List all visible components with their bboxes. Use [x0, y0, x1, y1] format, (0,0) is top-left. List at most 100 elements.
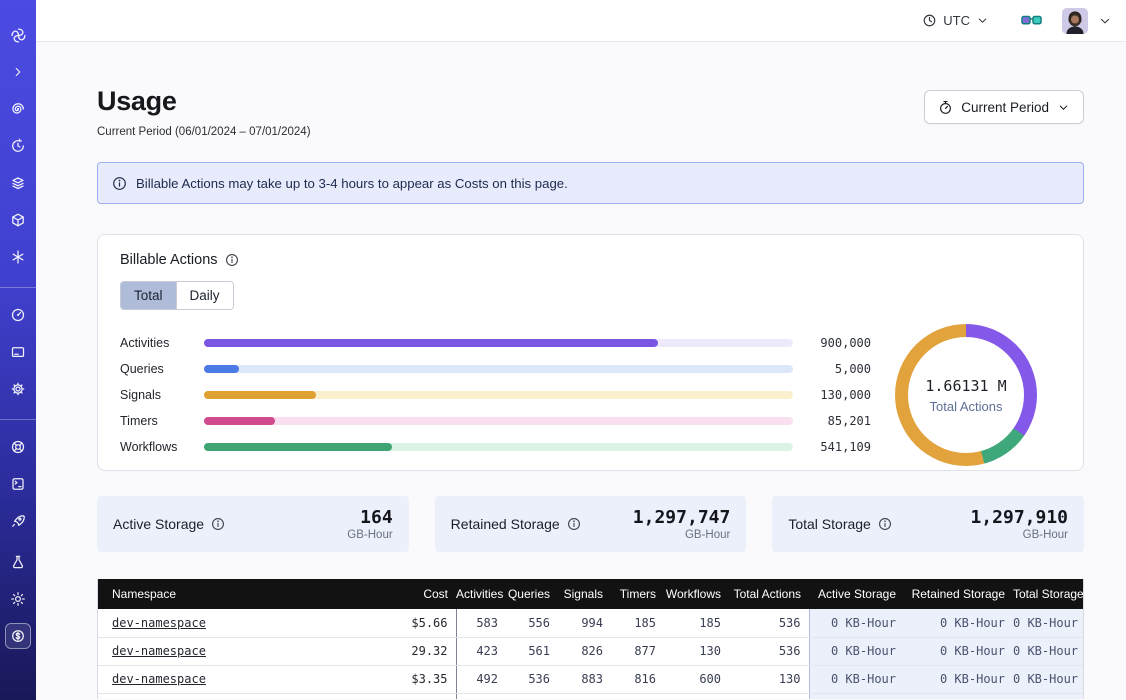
billable-actions-card: Billable Actions Total Daily Activities … — [97, 234, 1084, 471]
chevron-down-icon — [976, 14, 989, 27]
table-row-partial — [98, 693, 1083, 699]
deployments-layers-icon[interactable] — [5, 170, 31, 196]
table-header-row: Namespace Cost Activities Queries Signal… — [98, 579, 1083, 609]
pricing-dollar-icon[interactable] — [5, 623, 31, 649]
col-queries: Queries — [506, 579, 558, 609]
bar-label: Timers — [120, 414, 184, 428]
main-content: Usage Current Period (06/01/2024 – 07/01… — [36, 42, 1126, 700]
bar-track — [204, 391, 793, 399]
bar-row-timers: Timers 85,201 — [120, 408, 871, 434]
bar-value: 85,201 — [807, 414, 871, 428]
table-row: dev-namespace $3.35 492 536 883 816 600 … — [98, 665, 1083, 693]
tab-daily[interactable]: Daily — [176, 282, 233, 309]
donut-total-value: 1.66131 M — [925, 377, 1006, 395]
info-icon[interactable] — [211, 517, 225, 531]
clock-icon — [922, 13, 937, 28]
active-storage-unit: GB-Hour — [347, 529, 392, 541]
nexus-asterisk-icon[interactable] — [5, 244, 31, 270]
page-subtitle: Current Period (06/01/2024 – 07/01/2024) — [97, 126, 311, 138]
total-storage-label: Total Storage — [788, 516, 871, 532]
sidebar-divider — [0, 419, 36, 420]
info-icon[interactable] — [878, 517, 892, 531]
bar-fill — [204, 391, 316, 399]
cell-signals: 826 — [558, 637, 611, 665]
timezone-picker[interactable]: UTC — [922, 13, 989, 28]
cell-signals: 994 — [558, 609, 611, 637]
feedback-glasses-button[interactable] — [1021, 13, 1042, 28]
namespace-usage-table: Namespace Cost Activities Queries Signal… — [97, 579, 1084, 699]
cell-active-storage: 0 KB-Hour — [809, 637, 904, 665]
bar-value: 5,000 — [807, 362, 871, 376]
cell-total-storage: 0 KB-Hour — [1013, 637, 1083, 665]
chevron-down-icon — [1057, 101, 1070, 114]
info-banner: Billable Actions may take up to 3-4 hour… — [97, 162, 1084, 204]
col-active-storage: Active Storage — [809, 579, 904, 609]
labs-flask-icon[interactable] — [5, 549, 31, 575]
billable-actions-title: Billable Actions — [120, 252, 218, 268]
sidebar-divider — [0, 287, 36, 288]
cell-workflows: 130 — [664, 637, 729, 665]
theme-sun-icon[interactable] — [5, 586, 31, 612]
table-row: dev-namespace 29.32 423 561 826 877 130 … — [98, 637, 1083, 665]
timezone-label: UTC — [943, 13, 970, 28]
cell-workflows: 600 — [664, 665, 729, 693]
namespace-link[interactable]: dev-namespace — [112, 672, 206, 686]
workers-cube-icon[interactable] — [5, 207, 31, 233]
banner-text: Billable Actions may take up to 3-4 hour… — [136, 176, 568, 191]
total-storage-unit: GB-Hour — [970, 529, 1068, 541]
bar-fill — [204, 339, 658, 347]
usage-gauge-icon[interactable] — [5, 302, 31, 328]
bar-row-queries: Queries 5,000 — [120, 356, 871, 382]
period-select-button[interactable]: Current Period — [924, 90, 1084, 124]
cell-queries: 561 — [506, 637, 558, 665]
cell-timers: 816 — [611, 665, 664, 693]
bar-value: 541,109 — [807, 440, 871, 454]
getting-started-rocket-icon[interactable] — [5, 508, 31, 534]
cell-queries: 556 — [506, 609, 558, 637]
col-retained-storage: Retained Storage — [904, 579, 1013, 609]
retained-storage-unit: GB-Hour — [633, 529, 731, 541]
namespace-link[interactable]: dev-namespace — [112, 644, 206, 658]
cell-cost: $3.35 — [358, 665, 456, 693]
col-namespace: Namespace — [98, 579, 358, 609]
col-total-storage: Total Storage — [1013, 579, 1083, 609]
settings-gear-icon[interactable] — [5, 376, 31, 402]
bar-row-activities: Activities 900,000 — [120, 330, 871, 356]
total-storage-card: Total Storage 1,297,910 GB-Hour — [772, 496, 1084, 552]
cell-retained-storage: 0 KB-Hour — [904, 609, 1013, 637]
retained-storage-value: 1,297,747 — [633, 508, 731, 528]
cell-retained-storage: 0 KB-Hour — [904, 665, 1013, 693]
docs-terminal-icon[interactable] — [5, 471, 31, 497]
info-icon[interactable] — [567, 517, 581, 531]
namespace-link[interactable]: dev-namespace — [112, 616, 206, 630]
temporal-logo-icon[interactable] — [5, 22, 31, 48]
cell-total-storage: 0 KB-Hour — [1013, 609, 1083, 637]
namespaces-spiral-icon[interactable] — [5, 96, 31, 122]
storage-summary-row: Active Storage 164 GB-Hour Retained Stor… — [97, 496, 1084, 552]
support-lifebuoy-icon[interactable] — [5, 434, 31, 460]
user-menu-chevron-icon[interactable] — [1098, 14, 1112, 28]
user-avatar[interactable] — [1062, 8, 1088, 34]
info-icon[interactable] — [225, 253, 239, 267]
col-activities: Activities — [456, 579, 506, 609]
cell-workflows: 185 — [664, 609, 729, 637]
col-timers: Timers — [611, 579, 664, 609]
schedules-icon[interactable] — [5, 133, 31, 159]
expand-chevron-icon[interactable] — [5, 59, 31, 85]
cell-active-storage: 0 KB-Hour — [809, 609, 904, 637]
stopwatch-icon — [938, 100, 953, 115]
cell-activities: 423 — [456, 637, 506, 665]
sidebar — [0, 0, 36, 700]
topbar: UTC — [36, 0, 1126, 42]
active-storage-card: Active Storage 164 GB-Hour — [97, 496, 409, 552]
page-title: Usage — [97, 86, 311, 117]
cell-total-storage: 0 KB-Hour — [1013, 665, 1083, 693]
cell-total-actions: 536 — [729, 609, 809, 637]
bar-track — [204, 443, 793, 451]
bar-row-workflows: Workflows 541,109 — [120, 434, 871, 460]
billing-card-icon[interactable] — [5, 339, 31, 365]
bar-track — [204, 339, 793, 347]
col-cost: Cost — [358, 579, 456, 609]
tab-total[interactable]: Total — [121, 282, 176, 309]
chart-mode-tabs: Total Daily — [120, 281, 234, 310]
